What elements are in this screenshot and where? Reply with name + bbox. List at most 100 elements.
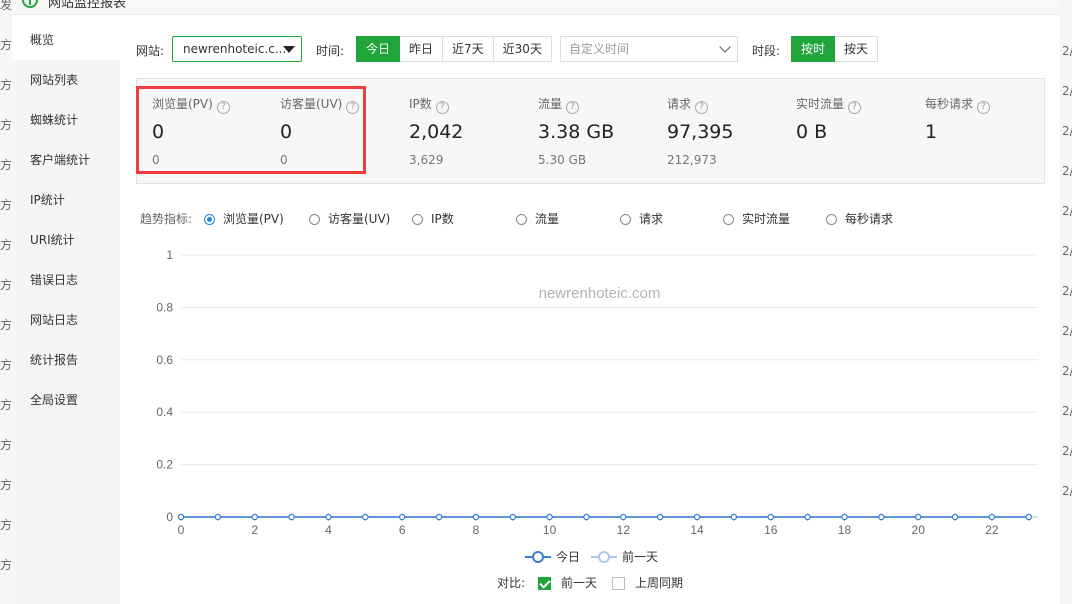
chart-legend: 今日 前一天 xyxy=(120,548,1060,566)
legend-item[interactable]: 前一天 xyxy=(590,548,658,565)
sidebar-item-spider-stats[interactable]: 蜘蛛统计 xyxy=(12,100,120,140)
sidebar-item-site-list[interactable]: 网站列表 xyxy=(12,60,120,100)
help-icon[interactable]: ? xyxy=(566,101,580,114)
sidebar-item-overview[interactable]: 概览 xyxy=(12,20,120,60)
sidebar-item-report[interactable]: 统计报告 xyxy=(12,340,120,380)
sidebar-item-global-settings[interactable]: 全局设置 xyxy=(12,380,120,420)
data-point xyxy=(435,513,443,521)
background-text: 2/ xyxy=(1062,404,1072,418)
background-text: 2/ xyxy=(1062,204,1072,218)
time-7days-button[interactable]: 近7天 xyxy=(443,36,494,62)
compare-last-week-checkbox[interactable]: 上周同期 xyxy=(612,574,683,591)
time-today-button[interactable]: 今日 xyxy=(356,36,401,62)
background-text: 2/ xyxy=(1062,364,1072,378)
sidebar-item-error-log[interactable]: 错误日志 xyxy=(12,260,120,300)
data-point xyxy=(177,513,185,521)
x-tick-label: 20 xyxy=(912,523,926,537)
background-text: 发 xyxy=(0,0,13,12)
data-point xyxy=(693,513,701,521)
sidebar-item-uri-stats[interactable]: URI统计 xyxy=(12,220,120,260)
stat-value: 3.38 GB xyxy=(538,121,615,143)
radio-label: 流量 xyxy=(535,212,560,226)
sidebar-item-client-stats[interactable]: 客户端统计 xyxy=(12,140,120,180)
background-text: 方 xyxy=(0,438,13,452)
trend-option-uv[interactable]: 访客量(UV) xyxy=(309,210,390,227)
stat-name: 实时流量? xyxy=(796,95,862,114)
sidebar-item-label: 错误日志 xyxy=(30,273,79,287)
background-text: 方 xyxy=(0,38,13,52)
trend-option-requests[interactable]: 请求 xyxy=(620,210,663,227)
background-text: 2/ xyxy=(1062,324,1072,338)
help-icon[interactable]: ? xyxy=(848,101,862,114)
trend-option-pv[interactable]: 浏览量(PV) xyxy=(204,210,284,227)
stat-value: 97,395 xyxy=(667,121,734,143)
stat-previous: 212,973 xyxy=(667,153,717,167)
logo-icon xyxy=(22,0,38,8)
help-icon[interactable]: ? xyxy=(977,101,991,114)
data-point xyxy=(841,513,848,521)
time-yesterday-button[interactable]: 昨日 xyxy=(400,36,444,62)
site-select[interactable]: newrenhoteic.c... xyxy=(172,36,302,62)
stat-name: 流量? xyxy=(538,95,580,114)
sidebar-item-label: 客户端统计 xyxy=(30,153,91,167)
sidebar-item-label: IP统计 xyxy=(30,193,65,207)
radio-icon xyxy=(516,214,527,225)
x-tick-label: 16 xyxy=(764,523,778,537)
radio-label: 浏览量(PV) xyxy=(223,212,284,226)
custom-time-input[interactable]: 自定义时间 xyxy=(560,36,738,62)
help-icon[interactable]: ? xyxy=(435,101,449,114)
radio-label: 访客量(UV) xyxy=(328,212,391,226)
help-icon[interactable]: ? xyxy=(695,101,709,114)
y-tick-label: 0.2 xyxy=(156,458,173,472)
sidebar-item-site-log[interactable]: 网站日志 xyxy=(12,300,120,340)
stat-value: 0 B xyxy=(796,121,828,143)
compare-prev-day-checkbox[interactable]: 前一天 xyxy=(538,574,597,591)
stat-previous: 5.30 GB xyxy=(538,153,587,167)
checkbox-label: 上周同期 xyxy=(635,576,684,590)
background-text: 2/ xyxy=(1062,444,1072,458)
legend-item[interactable]: 今日 xyxy=(524,548,580,565)
period-label: 时段: xyxy=(752,44,781,58)
data-point xyxy=(767,513,774,521)
x-tick-label: 4 xyxy=(325,523,332,537)
data-point xyxy=(620,513,627,521)
y-tick-label: 0.6 xyxy=(156,353,173,367)
main-panel: 网站: newrenhoteic.c... 时间: 今日 昨日 近7天 近30天… xyxy=(120,20,1060,604)
trend-option-traffic[interactable]: 流量 xyxy=(516,210,559,227)
legend-label: 今日 xyxy=(556,550,581,564)
x-tick-label: 12 xyxy=(617,523,631,537)
caret-down-icon xyxy=(283,46,295,53)
radio-icon xyxy=(723,214,734,225)
background-text: 方 xyxy=(0,118,13,132)
trend-option-ip[interactable]: IP数 xyxy=(412,210,454,227)
stat-previous: 3,629 xyxy=(409,153,444,167)
sidebar-item-ip-stats[interactable]: IP统计 xyxy=(12,180,120,220)
time-range-group: 今日 昨日 近7天 近30天 xyxy=(356,36,552,62)
trend-option-rps[interactable]: 每秒请求 xyxy=(826,210,893,227)
data-point xyxy=(362,513,369,521)
background-text: 方 xyxy=(0,478,13,492)
chevron-down-icon xyxy=(719,41,731,53)
background-text: 方 xyxy=(0,198,13,212)
time-label: 时间: xyxy=(316,44,345,58)
trend-label: 趋势指标: xyxy=(140,212,193,226)
radio-icon xyxy=(309,214,320,225)
background-text: 方 xyxy=(0,558,13,572)
data-point xyxy=(988,513,996,521)
time-30days-button[interactable]: 近30天 xyxy=(493,36,552,62)
monitor-dialog: 网站监控报表 概览 网站列表 蜘蛛统计 客户端统计 IP统计 URI统计 错误日… xyxy=(12,0,1060,604)
background-text: 方 xyxy=(0,78,13,92)
sidebar-item-label: 网站日志 xyxy=(30,313,79,327)
y-tick-label: 0.8 xyxy=(156,300,173,314)
trend-option-realtime[interactable]: 实时流量 xyxy=(723,210,790,227)
compare-options: 对比: 前一天 上周同期 xyxy=(120,574,1060,592)
period-day-button[interactable]: 按天 xyxy=(835,36,879,62)
radio-icon xyxy=(204,214,215,225)
data-point xyxy=(288,513,295,521)
data-point xyxy=(398,513,406,521)
stat-label: 流量 xyxy=(538,97,563,111)
stat-label: IP数 xyxy=(409,97,432,111)
x-tick-label: 18 xyxy=(838,523,852,537)
radio-icon xyxy=(620,214,631,225)
period-hour-button[interactable]: 按时 xyxy=(791,36,836,62)
